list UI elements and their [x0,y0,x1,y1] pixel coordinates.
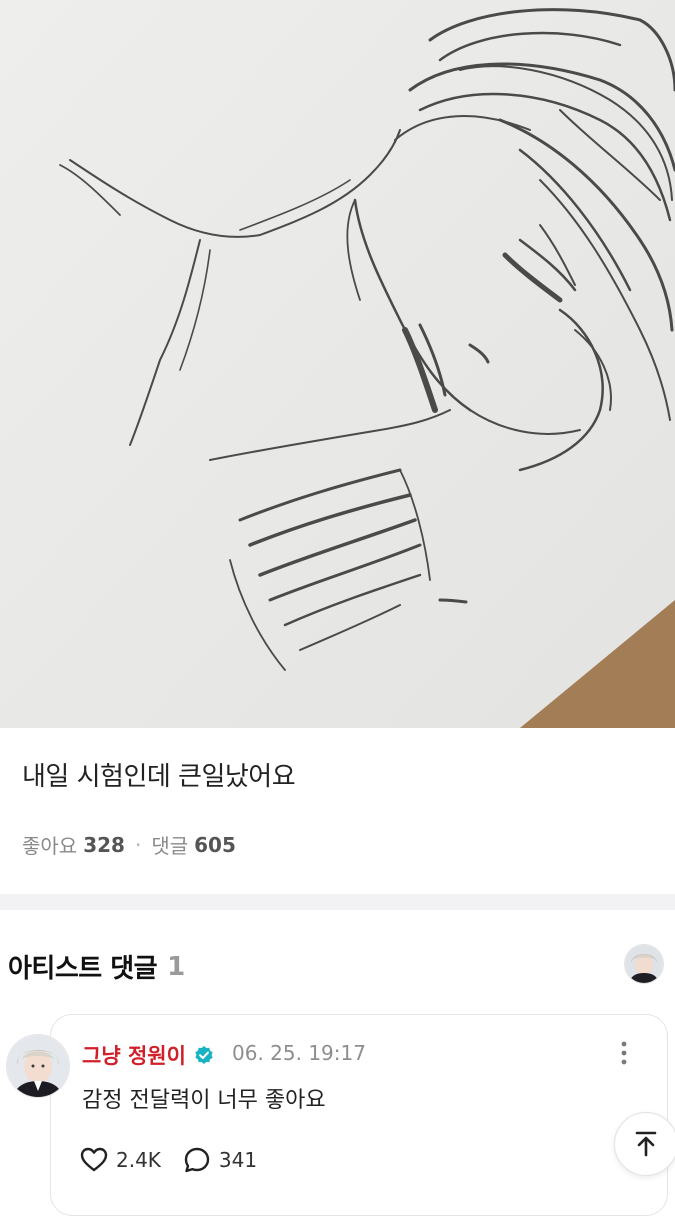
comment-actions: 2.4K 341 [80,1146,257,1174]
likes-label: 좋아요 [22,834,78,858]
more-vertical-icon [621,1041,627,1065]
reply-button[interactable]: 341 [183,1146,257,1174]
like-count: 2.4K [116,1148,161,1172]
stats-separator: · [134,832,142,857]
comments-label: 댓글 [151,834,189,858]
more-options-button[interactable] [610,1038,638,1068]
comment-author-name: 그냥 정원이 [82,1044,186,1068]
scroll-to-top-button[interactable] [614,1112,675,1176]
comment-bubble-icon [184,1147,210,1173]
post-image[interactable] [0,0,675,728]
comment-author[interactable]: 그냥 정원이 [82,1040,214,1070]
heart-icon [80,1147,108,1172]
like-button[interactable]: 2.4K [80,1147,161,1173]
artist-comments-title: 아티스트 댓글 [8,954,158,984]
post-caption: 내일 시험인데 큰일났어요 [22,762,296,792]
header-avatar[interactable] [624,944,664,984]
post-stats: 좋아요 328 · 댓글 605 [22,830,236,859]
comment-author-avatar[interactable] [6,1034,70,1098]
section-divider [0,894,675,910]
artist-comments-header: 아티스트 댓글 1 [8,948,185,985]
comments-count: 605 [194,832,236,857]
artist-comments-count: 1 [167,951,185,982]
likes-count: 328 [83,832,125,857]
comment-timestamp: 06. 25. 19:17 [232,1041,366,1065]
comment-text: 감정 전달력이 너무 좋아요 [82,1088,326,1113]
arrow-up-icon [635,1131,657,1157]
verified-badge-icon [195,1046,213,1064]
reply-count: 341 [218,1148,258,1172]
